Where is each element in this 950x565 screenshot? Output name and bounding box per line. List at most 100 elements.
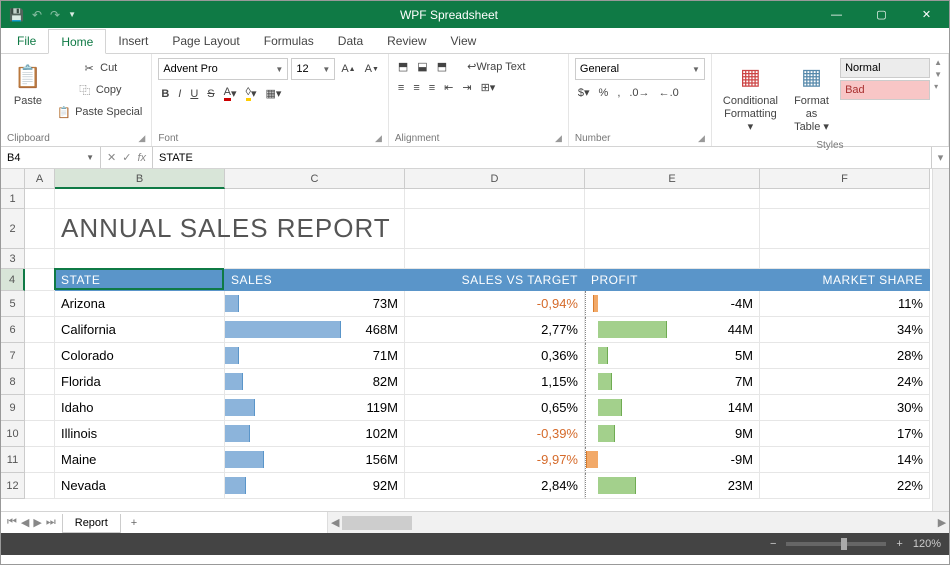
cell[interactable] — [25, 343, 55, 369]
dialog-launcher-icon[interactable]: ◢ — [698, 133, 705, 144]
increase-indent-button[interactable]: ⇥ — [459, 79, 474, 96]
cell[interactable] — [25, 291, 55, 317]
percent-button[interactable]: % — [596, 85, 612, 101]
name-box[interactable]: B4▼ — [1, 147, 101, 168]
row-header-6[interactable]: 6 — [1, 317, 25, 343]
table-header[interactable]: SALES — [225, 269, 405, 291]
sales-cell[interactable]: 92M — [225, 473, 405, 499]
tab-formulas[interactable]: Formulas — [252, 28, 326, 53]
market-share-cell[interactable]: 11% — [760, 291, 930, 317]
font-name-dropdown[interactable]: Advent Pro▼ — [158, 58, 288, 80]
select-all-corner[interactable] — [1, 169, 25, 189]
table-header[interactable]: STATE — [55, 269, 225, 291]
table-header[interactable]: SALES VS TARGET — [405, 269, 585, 291]
svt-cell[interactable]: 1,15% — [405, 369, 585, 395]
cell[interactable] — [25, 473, 55, 499]
fx-icon[interactable]: fx — [137, 152, 146, 164]
profit-cell[interactable]: 9M — [585, 421, 760, 447]
decrease-indent-button[interactable]: ⇤ — [441, 79, 456, 96]
market-share-cell[interactable]: 24% — [760, 369, 930, 395]
formula-expand-icon[interactable]: ▾ — [931, 147, 949, 168]
scroll-right-icon[interactable]: ▶ — [935, 516, 949, 529]
horizontal-scrollbar[interactable]: ◀ ▶ — [327, 512, 949, 533]
sales-cell[interactable]: 73M — [225, 291, 405, 317]
close-button[interactable]: ✕ — [904, 1, 949, 28]
zoom-thumb[interactable] — [841, 538, 847, 550]
cell[interactable] — [25, 249, 55, 269]
market-share-cell[interactable]: 34% — [760, 317, 930, 343]
cell[interactable] — [225, 189, 405, 209]
svt-cell[interactable]: -0,39% — [405, 421, 585, 447]
column-header-B[interactable]: B — [55, 169, 225, 189]
cell-style-normal[interactable]: Normal — [840, 58, 930, 78]
svt-cell[interactable]: 0,65% — [405, 395, 585, 421]
state-cell[interactable]: Arizona — [55, 291, 225, 317]
market-share-cell[interactable]: 22% — [760, 473, 930, 499]
row-header-4[interactable]: 4 — [1, 269, 25, 291]
profit-cell[interactable]: -9M — [585, 447, 760, 473]
row-header-9[interactable]: 9 — [1, 395, 25, 421]
style-gallery-more-icon[interactable]: ▾ — [934, 82, 942, 91]
cancel-formula-icon[interactable]: ✕ — [107, 151, 116, 164]
profit-cell[interactable]: 44M — [585, 317, 760, 343]
align-center-button[interactable]: ≡ — [410, 80, 422, 96]
undo-icon[interactable]: ↶ — [32, 8, 42, 22]
table-header[interactable]: MARKET SHARE — [760, 269, 930, 291]
format-as-table-button[interactable]: ▦Format as Table ▾ — [787, 58, 836, 138]
state-cell[interactable]: Illinois — [55, 421, 225, 447]
align-top-button[interactable]: ⬒ — [395, 58, 411, 75]
state-cell[interactable]: Idaho — [55, 395, 225, 421]
sales-cell[interactable]: 468M — [225, 317, 405, 343]
cell[interactable] — [55, 189, 225, 209]
cell[interactable] — [25, 189, 55, 209]
increase-font-button[interactable]: A▲ — [338, 61, 358, 77]
zoom-out-button[interactable]: − — [770, 538, 776, 550]
font-color-button[interactable]: A▾ — [221, 84, 240, 103]
svt-cell[interactable]: -9,97% — [405, 447, 585, 473]
tab-home[interactable]: Home — [48, 29, 106, 54]
market-share-cell[interactable]: 17% — [760, 421, 930, 447]
report-title[interactable]: ANNUAL SALES REPORT — [55, 209, 225, 249]
zoom-slider[interactable] — [786, 542, 886, 546]
qat-dropdown-icon[interactable]: ▼ — [68, 10, 76, 19]
cell[interactable] — [25, 395, 55, 421]
underline-button[interactable]: U — [187, 86, 201, 102]
table-header[interactable]: PROFIT — [585, 269, 760, 291]
svt-cell[interactable]: 2,77% — [405, 317, 585, 343]
cell[interactable] — [760, 209, 930, 249]
maximize-button[interactable]: ▢ — [859, 1, 904, 28]
conditional-formatting-button[interactable]: ▦Conditional Formatting ▾ — [718, 58, 783, 138]
zoom-level[interactable]: 120% — [913, 538, 941, 550]
cell[interactable] — [585, 249, 760, 269]
row-header-7[interactable]: 7 — [1, 343, 25, 369]
align-right-button[interactable]: ≡ — [426, 80, 438, 96]
sales-cell[interactable]: 82M — [225, 369, 405, 395]
cell[interactable] — [25, 447, 55, 473]
cell[interactable] — [760, 189, 930, 209]
profit-cell[interactable]: 5M — [585, 343, 760, 369]
sales-cell[interactable]: 119M — [225, 395, 405, 421]
merge-button[interactable]: ⊞▾ — [478, 79, 499, 96]
dialog-launcher-icon[interactable]: ◢ — [375, 133, 382, 144]
sales-cell[interactable]: 71M — [225, 343, 405, 369]
dialog-launcher-icon[interactable]: ◢ — [138, 133, 145, 144]
cell[interactable] — [25, 369, 55, 395]
column-header-C[interactable]: C — [225, 169, 405, 189]
number-format-dropdown[interactable]: General▼ — [575, 58, 705, 80]
cell[interactable] — [25, 421, 55, 447]
cell-style-bad[interactable]: Bad — [840, 80, 930, 100]
scroll-left-icon[interactable]: ◀ — [328, 516, 342, 529]
minimize-button[interactable]: — — [814, 1, 859, 28]
sheet-nav-next-icon[interactable]: ▶ — [33, 516, 41, 529]
state-cell[interactable]: Maine — [55, 447, 225, 473]
market-share-cell[interactable]: 28% — [760, 343, 930, 369]
cell[interactable] — [25, 317, 55, 343]
row-header-3[interactable]: 3 — [1, 249, 25, 269]
svt-cell[interactable]: -0,94% — [405, 291, 585, 317]
scrollbar-thumb[interactable] — [342, 516, 412, 530]
market-share-cell[interactable]: 14% — [760, 447, 930, 473]
column-header-D[interactable]: D — [405, 169, 585, 189]
state-cell[interactable]: Florida — [55, 369, 225, 395]
cell[interactable] — [225, 209, 405, 249]
column-header-E[interactable]: E — [585, 169, 760, 189]
